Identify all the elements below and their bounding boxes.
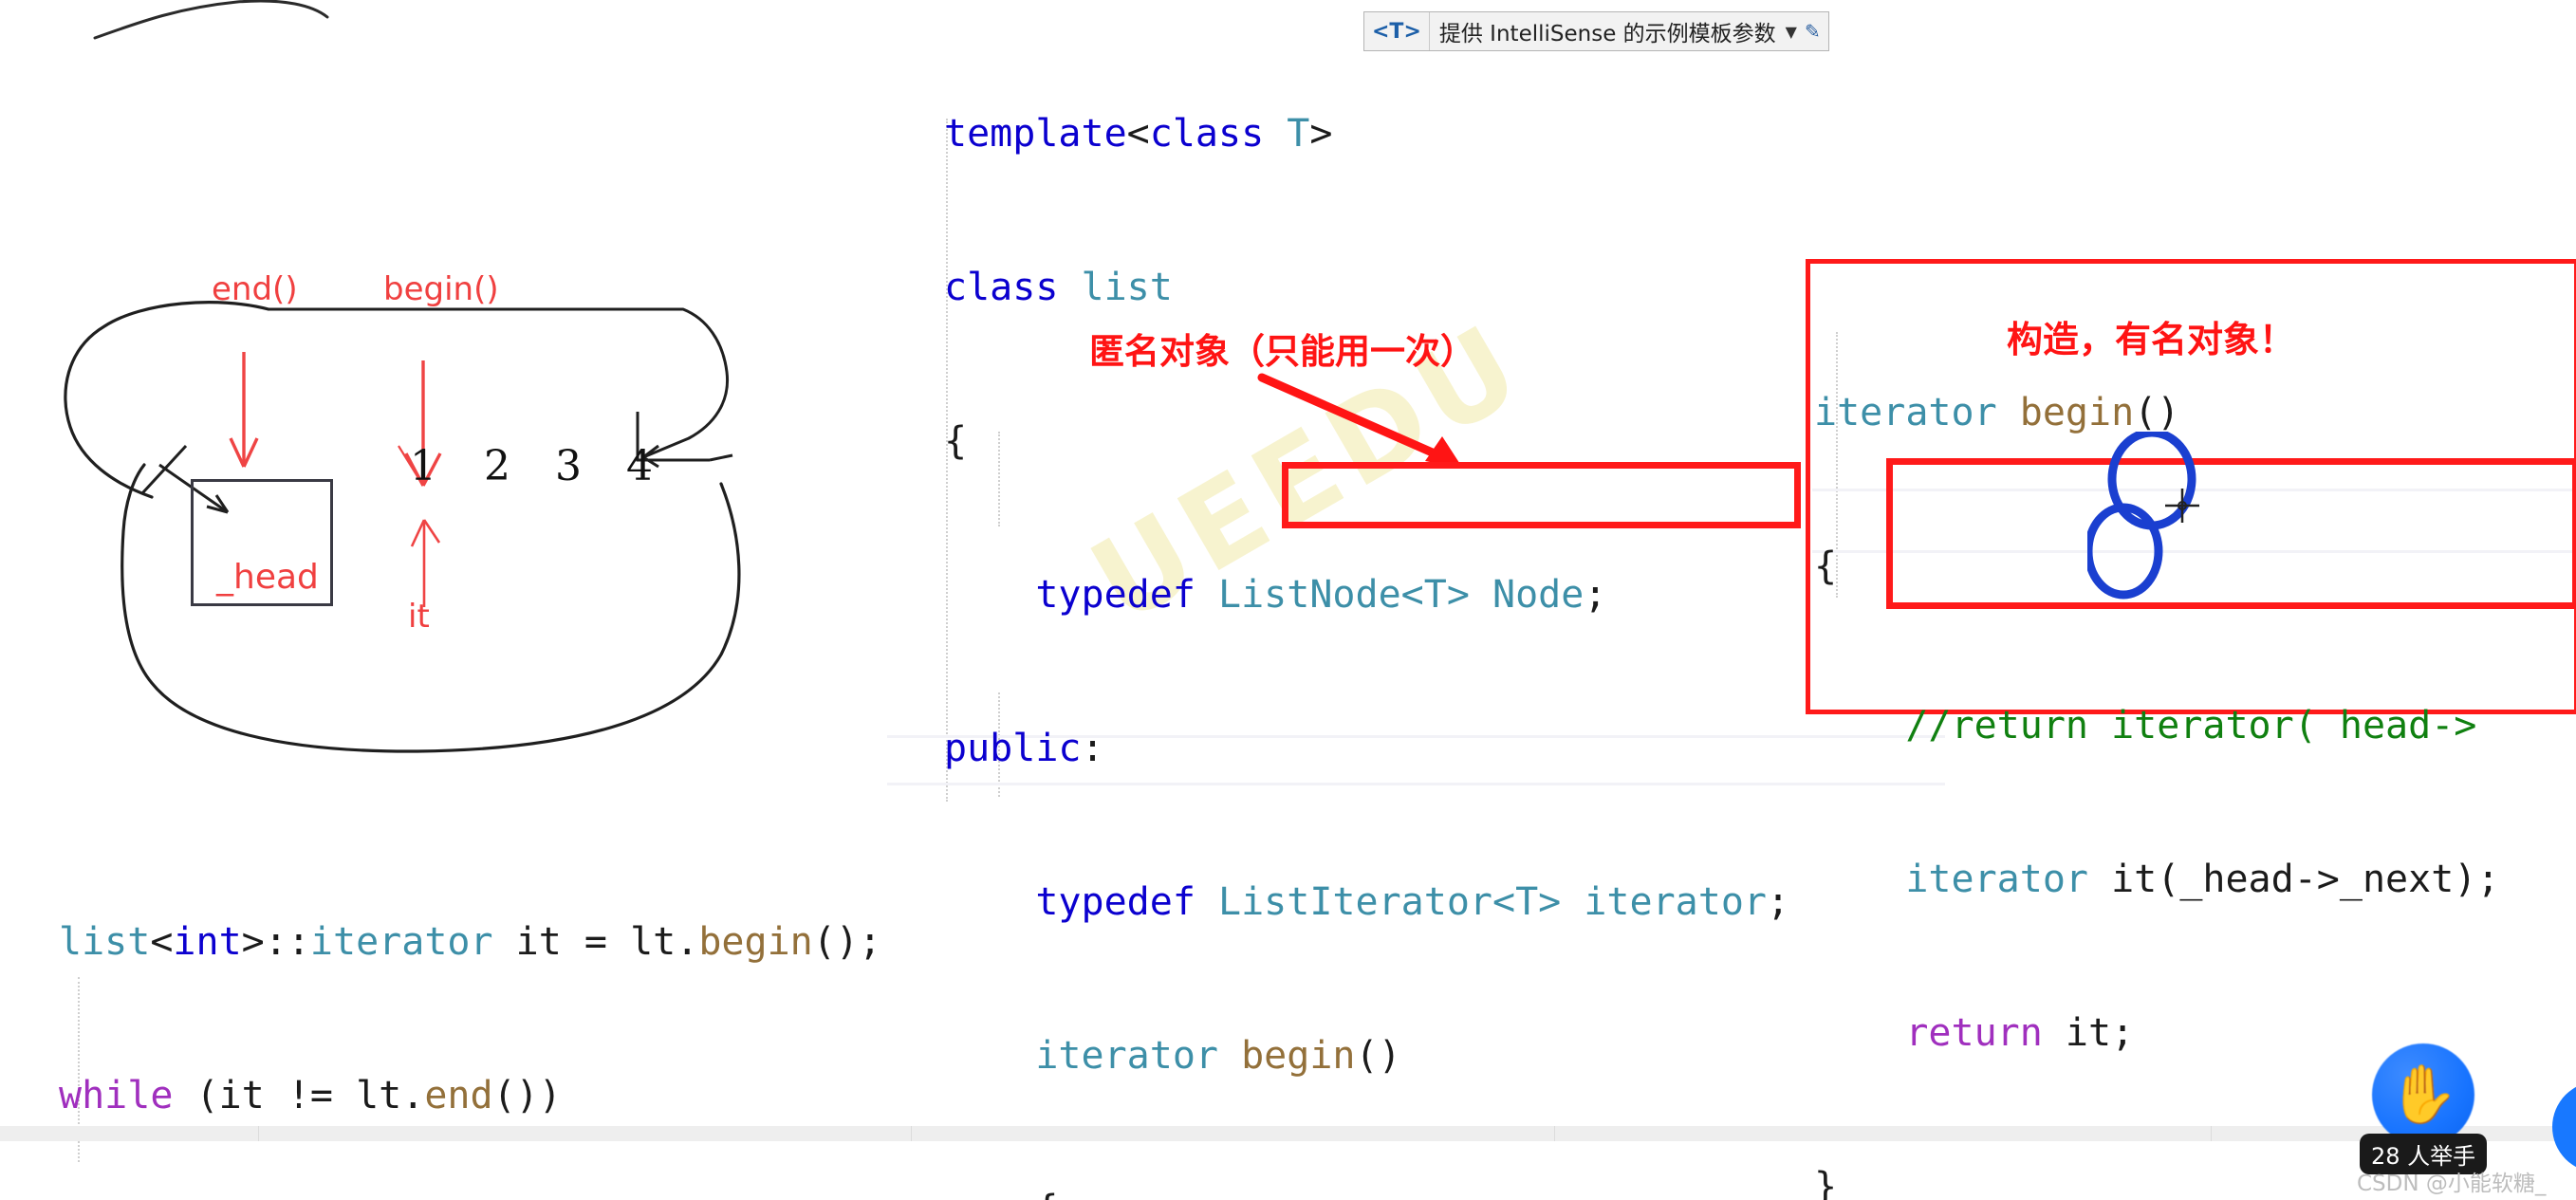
code-line: while (it != lt.end()) <box>59 1070 881 1121</box>
status-bar <box>0 1126 2576 1141</box>
template-param-token: <T> <box>1372 19 1421 44</box>
code-line: { <box>944 1184 1789 1200</box>
code-line: class list <box>944 262 1789 313</box>
screenshot-root: UEEDU end() begin() _head it 1 2 3 4 tem… <box>0 0 2576 1200</box>
code-token: iterator <box>1035 1034 1218 1078</box>
diagram-node-3: 3 <box>555 442 582 490</box>
code-line: public: <box>944 723 1789 774</box>
code-token: int <box>173 920 242 964</box>
highlight-box-anonymous-return <box>1282 462 1801 528</box>
code-token: (it != lt. <box>173 1074 425 1117</box>
code-token: { <box>1814 545 1838 588</box>
code-token: class <box>944 266 1059 309</box>
code-line: iterator begin() <box>944 1030 1789 1081</box>
csdn-watermark: CSDN @小能软糖_ <box>2357 1172 2547 1196</box>
intellisense-chip[interactable]: <T> 提供 IntelliSense 的示例模板参数 ▼ ✎ <box>1363 11 1829 51</box>
raise-hand-button[interactable]: ✋ <box>2372 1043 2474 1146</box>
code-token: Node <box>1492 573 1585 617</box>
handdrawn-diagram <box>64 0 741 753</box>
code-token: iterator <box>1814 391 1997 434</box>
mouse-cursor <box>2165 489 2199 523</box>
diagram-node-1: 1 <box>410 442 436 490</box>
code-token: typedef <box>1035 573 1195 617</box>
code-token: ; <box>1584 573 1607 617</box>
diagram-node-2: 2 <box>484 442 510 490</box>
code-token: >:: <box>241 920 310 964</box>
code-token: () <box>1355 1034 1401 1078</box>
code-line: //return iterator( head-> <box>1814 700 2499 751</box>
code-token: class <box>1149 112 1265 156</box>
code-token: <T> <box>1492 880 1562 924</box>
code-token: () <box>2134 391 2180 434</box>
diagram-node-4: 4 <box>626 442 653 490</box>
chevron-down-icon[interactable]: ▼ <box>1786 23 1805 41</box>
diagram-label-head: _head <box>216 558 319 597</box>
main-code-block[interactable]: template<class T> class list { typedef L… <box>944 6 1789 1200</box>
diagram-label-it: it <box>408 598 430 636</box>
code-token: begin <box>2019 391 2135 434</box>
code-token: { <box>944 1188 1058 1200</box>
code-token: ; <box>1766 880 1790 924</box>
bottom-code-block[interactable]: list<int>::iterator it = lt.begin(); whi… <box>59 814 881 1200</box>
code-token: typedef <box>1035 880 1195 924</box>
code-token: < <box>150 920 174 964</box>
code-token: T <box>1264 112 1310 156</box>
code-token: end <box>424 1074 493 1117</box>
code-token: ListNode <box>1218 573 1401 617</box>
diagram-label-end: end() <box>212 270 298 308</box>
code-token: ListIterator <box>1218 880 1492 924</box>
code-token: (); <box>812 920 881 964</box>
code-line: iterator begin() <box>1814 387 2499 438</box>
code-token: { <box>944 419 968 463</box>
code-token: } <box>1814 1165 1838 1200</box>
code-token: > <box>1309 112 1333 156</box>
code-token: it(_head->_next); <box>2087 858 2500 901</box>
code-token: return <box>1905 1011 2043 1055</box>
code-token: list <box>59 920 151 964</box>
code-token: list <box>1081 266 1173 309</box>
pencil-icon[interactable]: ✎ <box>1805 20 1828 43</box>
raise-hand-icon: ✋ <box>2387 1062 2459 1128</box>
code-token: it; <box>2042 1011 2135 1055</box>
code-token: : <box>1081 727 1104 770</box>
code-token: < <box>1126 112 1150 156</box>
code-token: template <box>944 112 1127 156</box>
code-line: iterator it(_head->_next); <box>1814 854 2499 905</box>
code-token: iterator <box>309 920 493 964</box>
code-line: typedef ListIterator<T> iterator; <box>944 877 1789 928</box>
diagram-label-begin: begin() <box>383 270 499 308</box>
annotation-anonymous-object: 匿名对象（只能用一次） <box>1089 331 1475 372</box>
code-line: list<int>::iterator it = lt.begin(); <box>59 916 881 968</box>
code-token: public <box>944 727 1082 770</box>
annotation-named-object: 构造，有名对象！ <box>2007 319 2296 360</box>
code-token: //return iterator( head-> <box>1814 704 2477 748</box>
code-token: begin <box>698 920 813 964</box>
code-token: iterator <box>1905 858 2088 901</box>
code-token: <T> <box>1400 573 1470 617</box>
secondary-action-circle[interactable] <box>2552 1081 2576 1172</box>
code-line: typedef ListNode<T> Node; <box>944 569 1789 620</box>
code-token: iterator <box>1584 880 1767 924</box>
code-line: template<class T> <box>944 108 1789 159</box>
code-token: begin <box>1241 1034 1356 1078</box>
code-token: while <box>59 1074 174 1117</box>
code-token: ()) <box>492 1074 562 1117</box>
intellisense-chip-label: 提供 IntelliSense 的示例模板参数 <box>1438 22 1776 46</box>
code-token: it = lt. <box>492 920 699 964</box>
